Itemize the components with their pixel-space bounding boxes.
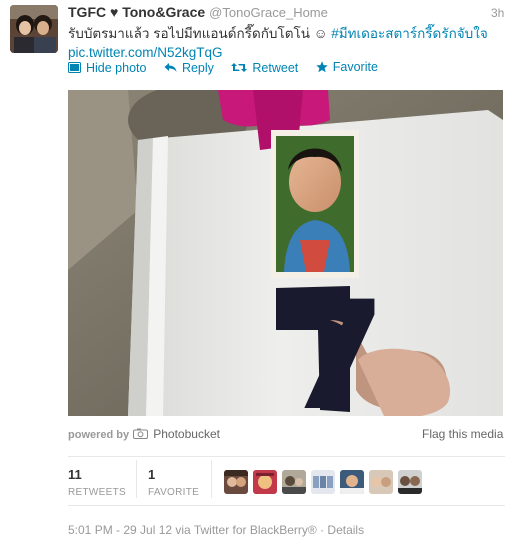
- tweet-actions: Hide photo Reply Retweet Favorite: [68, 60, 392, 76]
- stats-separator: [136, 460, 137, 498]
- reply-icon: [164, 63, 177, 72]
- favoriter-avatar[interactable]: [282, 470, 306, 494]
- powered-by-text: powered by: [68, 429, 130, 441]
- favoriter-avatar[interactable]: [398, 470, 422, 494]
- retweet-icon: [231, 63, 248, 72]
- photo-icon: [68, 62, 81, 73]
- avatar-image: [10, 5, 58, 53]
- favorite-button[interactable]: Favorite: [316, 60, 378, 74]
- retweets-count: 11: [68, 467, 82, 482]
- stats-top-divider: [68, 456, 505, 457]
- hide-photo-button[interactable]: Hide photo: [68, 61, 146, 75]
- card-number: 7: [282, 270, 386, 416]
- retweets-label: RETWEETS: [68, 487, 126, 498]
- details-link[interactable]: Details: [327, 523, 364, 537]
- flag-media-link[interactable]: Flag this media: [422, 427, 503, 441]
- author-avatar[interactable]: [10, 5, 58, 53]
- media-link[interactable]: pic.twitter.com/N52kgTqG: [68, 45, 223, 60]
- hashtag-link[interactable]: #มีทเดอะสตาร์กรี๊ดรักจับใจ: [331, 26, 487, 41]
- avatar-image: [224, 470, 248, 494]
- retweets-stat[interactable]: 11 RETWEETS: [68, 467, 126, 498]
- tweet-footer: 5:01 PM - 29 Jul 12 via Twitter for Blac…: [68, 523, 364, 537]
- avatar-image: [311, 470, 335, 494]
- favorites-stat[interactable]: 1 FAVORITE: [148, 467, 199, 498]
- avatar-image: [253, 470, 277, 494]
- tweet-header: TGFC ♥ Tono&Grace @TonoGrace_Home: [68, 4, 328, 20]
- footer-separator: ·: [320, 523, 325, 537]
- favorites-count: 1: [148, 467, 156, 482]
- powered-by: powered by Photobucket: [68, 427, 220, 441]
- photobucket-link[interactable]: Photobucket: [153, 427, 220, 441]
- avatar-image: [282, 470, 306, 494]
- tweet-body: รับบัตรมาแล้ว รอไปมีทแอนด์กรี๊ดกับโตโน่ …: [68, 26, 328, 41]
- favoriter-avatar[interactable]: [224, 470, 248, 494]
- tweet-timestamp[interactable]: 3h: [491, 6, 504, 20]
- photo-image: 7: [68, 90, 503, 416]
- retweet-button[interactable]: Retweet: [231, 61, 298, 75]
- user-handle[interactable]: @TonoGrace_Home: [209, 5, 328, 20]
- avatar-image: [398, 470, 422, 494]
- favoriter-avatar[interactable]: [340, 470, 364, 494]
- tweet-photo[interactable]: 7: [68, 90, 503, 416]
- hide-photo-label: Hide photo: [86, 60, 147, 75]
- reply-button[interactable]: Reply: [164, 61, 214, 75]
- favoriter-avatar[interactable]: [253, 470, 277, 494]
- stats-separator-2: [211, 460, 212, 498]
- stats-bottom-divider: [68, 505, 505, 506]
- favorite-star-icon: [316, 61, 328, 73]
- favoriter-avatar[interactable]: [369, 470, 393, 494]
- favoriter-avatar[interactable]: [311, 470, 335, 494]
- display-name[interactable]: TGFC ♥ Tono&Grace: [68, 4, 205, 20]
- favorite-label: Favorite: [332, 60, 378, 74]
- retweet-label: Retweet: [252, 60, 299, 75]
- tweet-text: รับบัตรมาแล้ว รอไปมีทแอนด์กรี๊ดกับโตโน่ …: [68, 24, 508, 62]
- avatar-image: [369, 470, 393, 494]
- favorites-label: FAVORITE: [148, 487, 200, 498]
- avatar-image: [340, 470, 364, 494]
- camera-icon: [133, 428, 149, 439]
- reply-label: Reply: [181, 60, 214, 75]
- tweet-meta: 5:01 PM - 29 Jul 12 via Twitter for Blac…: [68, 523, 317, 537]
